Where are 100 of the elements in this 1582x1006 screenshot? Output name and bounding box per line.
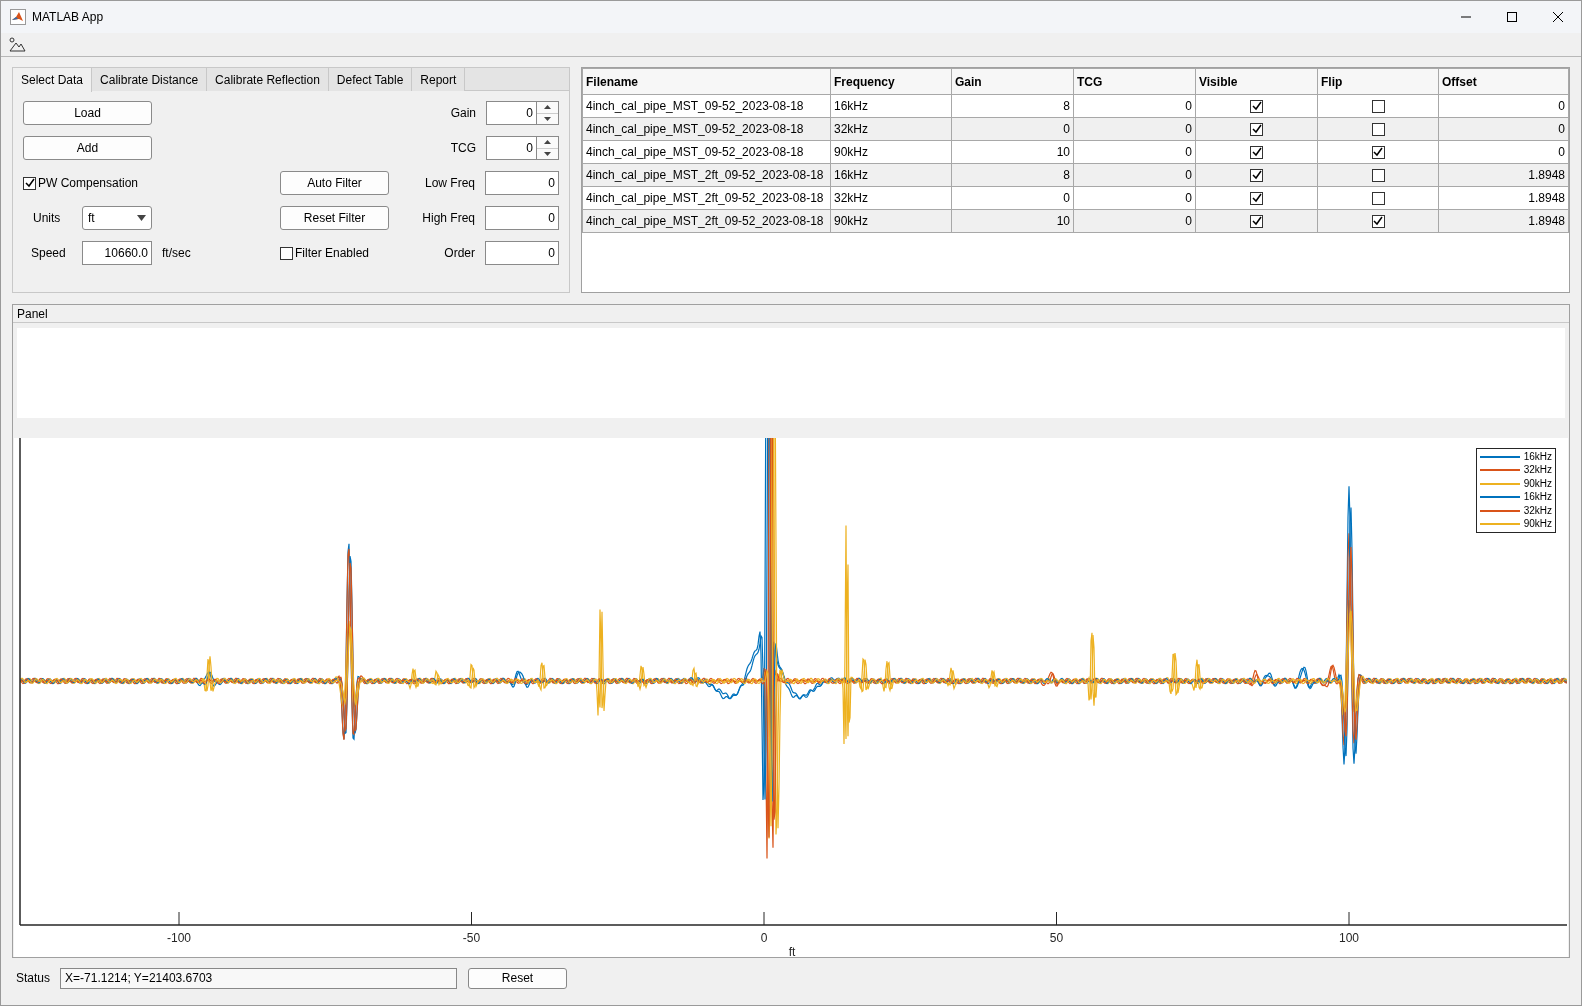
spinner-down-button[interactable] bbox=[537, 147, 558, 159]
column-header[interactable]: Flip bbox=[1317, 68, 1439, 95]
tick-label: -50 bbox=[462, 931, 481, 945]
number-field[interactable]: 0 bbox=[485, 241, 559, 265]
speed-label: Speed bbox=[30, 245, 67, 262]
column-header[interactable]: Frequency bbox=[830, 68, 952, 95]
table-cell: 4inch_cal_pipe_MST_2ft_09-52_2023-08-18 bbox=[582, 186, 831, 210]
tick-label: 0 bbox=[760, 931, 768, 945]
table-cell: 16kHz bbox=[830, 163, 952, 187]
table-cell: 0 bbox=[1073, 140, 1196, 164]
down-arrow-icon bbox=[544, 116, 551, 121]
field-label: Low Freq bbox=[424, 175, 475, 192]
table-cell: 1.8948 bbox=[1438, 209, 1569, 233]
column-header[interactable]: TCG bbox=[1073, 68, 1196, 95]
table-cell: 90kHz bbox=[830, 140, 952, 164]
checkbox-label: PW Compensation bbox=[38, 175, 139, 192]
checkbox[interactable] bbox=[1250, 99, 1263, 113]
checkbox[interactable] bbox=[1250, 191, 1263, 205]
units-label: Units bbox=[32, 210, 62, 227]
table-cell: 10 bbox=[951, 209, 1074, 233]
tab[interactable]: Report bbox=[412, 68, 466, 91]
table-cell: 0 bbox=[1438, 94, 1569, 118]
table-cell: 4inch_cal_pipe_MST_2ft_09-52_2023-08-18 bbox=[582, 209, 831, 233]
number-field[interactable]: 0 bbox=[486, 136, 537, 160]
legend-label: 90kHz bbox=[1523, 477, 1552, 490]
checkbox[interactable] bbox=[280, 246, 293, 260]
field-label: Gain bbox=[450, 105, 476, 122]
caret-icon bbox=[137, 215, 146, 221]
units-dropdown[interactable]: ft bbox=[82, 206, 152, 230]
tick-label: 100 bbox=[1339, 931, 1359, 945]
column-header[interactable]: Visible bbox=[1195, 68, 1318, 95]
reset-button[interactable]: Reset bbox=[468, 967, 568, 989]
axis-label: ft bbox=[788, 945, 796, 956]
up-arrow-icon bbox=[544, 105, 551, 110]
close-icon bbox=[1553, 12, 1563, 22]
checkbox[interactable] bbox=[1371, 168, 1385, 182]
table-cell: 4inch_cal_pipe_MST_2ft_09-52_2023-08-18 bbox=[582, 163, 831, 187]
tick-label: 50 bbox=[1049, 931, 1064, 945]
table-cell: 0 bbox=[1438, 140, 1569, 164]
window-title: MATLAB App bbox=[32, 9, 104, 26]
column-header[interactable]: Gain bbox=[951, 68, 1074, 95]
table-cell: 0 bbox=[1073, 209, 1196, 233]
legend-label: 32kHz bbox=[1523, 504, 1552, 517]
legend-label: 90kHz bbox=[1523, 518, 1552, 531]
checkbox[interactable] bbox=[23, 176, 36, 190]
table-cell: 4inch_cal_pipe_MST_09-52_2023-08-18 bbox=[582, 94, 831, 118]
unit-label: ft/sec bbox=[162, 245, 192, 262]
table-cell: 0 bbox=[1073, 186, 1196, 210]
checkbox-label: Filter Enabled bbox=[295, 245, 370, 262]
tab[interactable]: Select Data bbox=[13, 68, 93, 92]
table-cell: 1.8948 bbox=[1438, 186, 1569, 210]
checkbox[interactable] bbox=[1371, 191, 1385, 205]
legend-label: 16kHz bbox=[1523, 491, 1552, 504]
checkbox[interactable] bbox=[1371, 145, 1385, 159]
status-field: X=-71.1214; Y=21403.6703 bbox=[60, 967, 458, 989]
checkbox[interactable] bbox=[1371, 99, 1385, 113]
table-cell: 0 bbox=[1073, 94, 1196, 118]
legend-label: 16kHz bbox=[1523, 450, 1552, 463]
add-button[interactable]: Add bbox=[23, 136, 152, 160]
checkbox[interactable] bbox=[1371, 122, 1385, 136]
table-cell: 1.8948 bbox=[1438, 163, 1569, 187]
column-header[interactable]: Filename bbox=[582, 68, 831, 95]
table-cell: 0 bbox=[951, 117, 1074, 141]
field-label: TCG bbox=[450, 140, 476, 157]
spinner-down-button[interactable] bbox=[537, 112, 558, 124]
column-header[interactable]: Offset bbox=[1438, 68, 1569, 95]
reset-filter-button[interactable]: Reset Filter bbox=[280, 206, 389, 230]
down-arrow-icon bbox=[544, 151, 551, 156]
tab[interactable]: Calibrate Distance bbox=[92, 68, 208, 91]
number-field[interactable]: 0 bbox=[485, 171, 559, 195]
checkbox[interactable] bbox=[1250, 214, 1263, 228]
number-field[interactable]: 0 bbox=[485, 206, 559, 230]
number-field[interactable]: 0 bbox=[486, 101, 537, 125]
field-label: Order bbox=[444, 245, 475, 262]
checkbox[interactable] bbox=[1250, 122, 1263, 136]
table-cell: 0 bbox=[951, 186, 1074, 210]
table-cell: 0 bbox=[1073, 163, 1196, 187]
field-label: High Freq bbox=[422, 210, 475, 227]
up-arrow-icon bbox=[544, 140, 551, 145]
speed-field[interactable]: 10660.0 bbox=[82, 241, 152, 265]
checkbox[interactable] bbox=[1250, 168, 1263, 182]
app-logo-icon bbox=[10, 9, 26, 25]
table-cell: 8 bbox=[951, 163, 1074, 187]
checkbox[interactable] bbox=[1250, 145, 1263, 159]
tab[interactable]: Defect Table bbox=[328, 68, 413, 91]
table-cell: 0 bbox=[1438, 117, 1569, 141]
table-cell: 16kHz bbox=[830, 94, 952, 118]
maximize-icon bbox=[1507, 12, 1517, 22]
plot-tool-icon[interactable] bbox=[9, 37, 26, 52]
table-cell: 90kHz bbox=[830, 209, 952, 233]
legend-label: 32kHz bbox=[1523, 464, 1552, 477]
load-button[interactable]: Load bbox=[23, 101, 152, 125]
table-cell: 4inch_cal_pipe_MST_09-52_2023-08-18 bbox=[582, 117, 831, 141]
tab[interactable]: Calibrate Reflection bbox=[207, 68, 329, 91]
table-cell: 4inch_cal_pipe_MST_09-52_2023-08-18 bbox=[582, 140, 831, 164]
panel-title: Panel bbox=[13, 305, 1569, 323]
checkbox[interactable] bbox=[1371, 214, 1385, 228]
auto-filter-button[interactable]: Auto Filter bbox=[280, 171, 389, 195]
table-cell: 32kHz bbox=[830, 186, 952, 210]
table-cell: 0 bbox=[1073, 117, 1196, 141]
